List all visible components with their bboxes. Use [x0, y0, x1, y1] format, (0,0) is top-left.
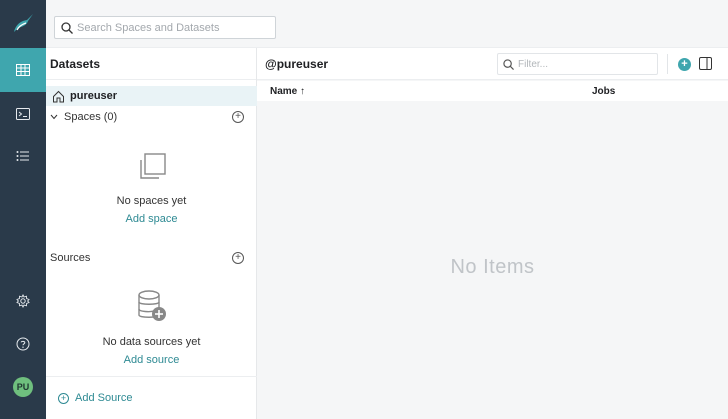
sources-label: Sources [50, 252, 91, 264]
add-source-icon[interactable]: + [232, 252, 244, 264]
filter-input[interactable] [518, 58, 648, 70]
toggle-panel-icon[interactable] [699, 57, 712, 70]
add-source-button[interactable]: + Add Source [46, 376, 257, 419]
add-source-link[interactable]: Add source [46, 354, 257, 366]
home-space-label: pureuser [70, 90, 118, 102]
search-icon [503, 58, 514, 70]
spaces-empty-message: No spaces yet [116, 195, 187, 207]
main-content: @pureuser + Name ↑ Jobs No Items [257, 48, 728, 419]
main-header: @pureuser + [257, 48, 728, 80]
table-header: Name ↑ Jobs [257, 81, 728, 101]
gear-icon [16, 294, 30, 308]
sources-empty-message: No data sources yet [102, 336, 201, 348]
spaces-header[interactable]: Spaces (0) + [46, 108, 257, 126]
database-add-icon [137, 290, 166, 321]
empty-state-message: No Items [450, 256, 535, 278]
spaces-label: Spaces (0) [64, 111, 118, 123]
top-bar [46, 0, 728, 48]
nav-settings[interactable] [0, 279, 46, 323]
search-icon [61, 21, 73, 34]
sources-header: Sources + [46, 249, 257, 267]
left-rail: PU [0, 0, 46, 419]
divider [667, 54, 668, 74]
spaces-empty-state: No spaces yet Add space [46, 152, 257, 225]
grid-icon [16, 64, 30, 76]
sources-empty-state: No data sources yet Add source [46, 289, 257, 366]
column-jobs[interactable]: Jobs [592, 86, 615, 97]
nav-sql-runner[interactable] [0, 92, 46, 136]
help-icon [16, 337, 30, 351]
home-space-item[interactable]: pureuser [46, 86, 257, 106]
chevron-down-icon [50, 114, 58, 120]
home-icon [53, 90, 64, 102]
column-name[interactable]: Name ↑ [270, 86, 305, 97]
add-space-link[interactable]: Add space [46, 213, 257, 225]
datasets-panel: Datasets pureuser Spaces (0) + No spaces… [46, 48, 257, 419]
add-button[interactable]: + [678, 58, 691, 71]
narwhal-logo-icon [14, 14, 33, 32]
nav-jobs[interactable] [0, 134, 46, 178]
add-source-button-label: Add Source [75, 392, 133, 404]
plus-icon: + [58, 392, 69, 404]
global-search[interactable] [54, 16, 276, 39]
app-logo[interactable] [0, 0, 46, 48]
list-icon [16, 151, 29, 161]
add-space-icon[interactable]: + [232, 111, 244, 123]
space-placeholder-icon [139, 153, 166, 179]
terminal-icon [16, 108, 30, 120]
nav-help[interactable] [0, 322, 46, 366]
user-avatar[interactable]: PU [13, 377, 33, 397]
page-title: @pureuser [265, 57, 329, 71]
nav-datasets[interactable] [0, 48, 46, 92]
filter-box[interactable] [497, 53, 658, 75]
search-input[interactable] [77, 21, 267, 34]
panel-title: Datasets [46, 48, 256, 80]
